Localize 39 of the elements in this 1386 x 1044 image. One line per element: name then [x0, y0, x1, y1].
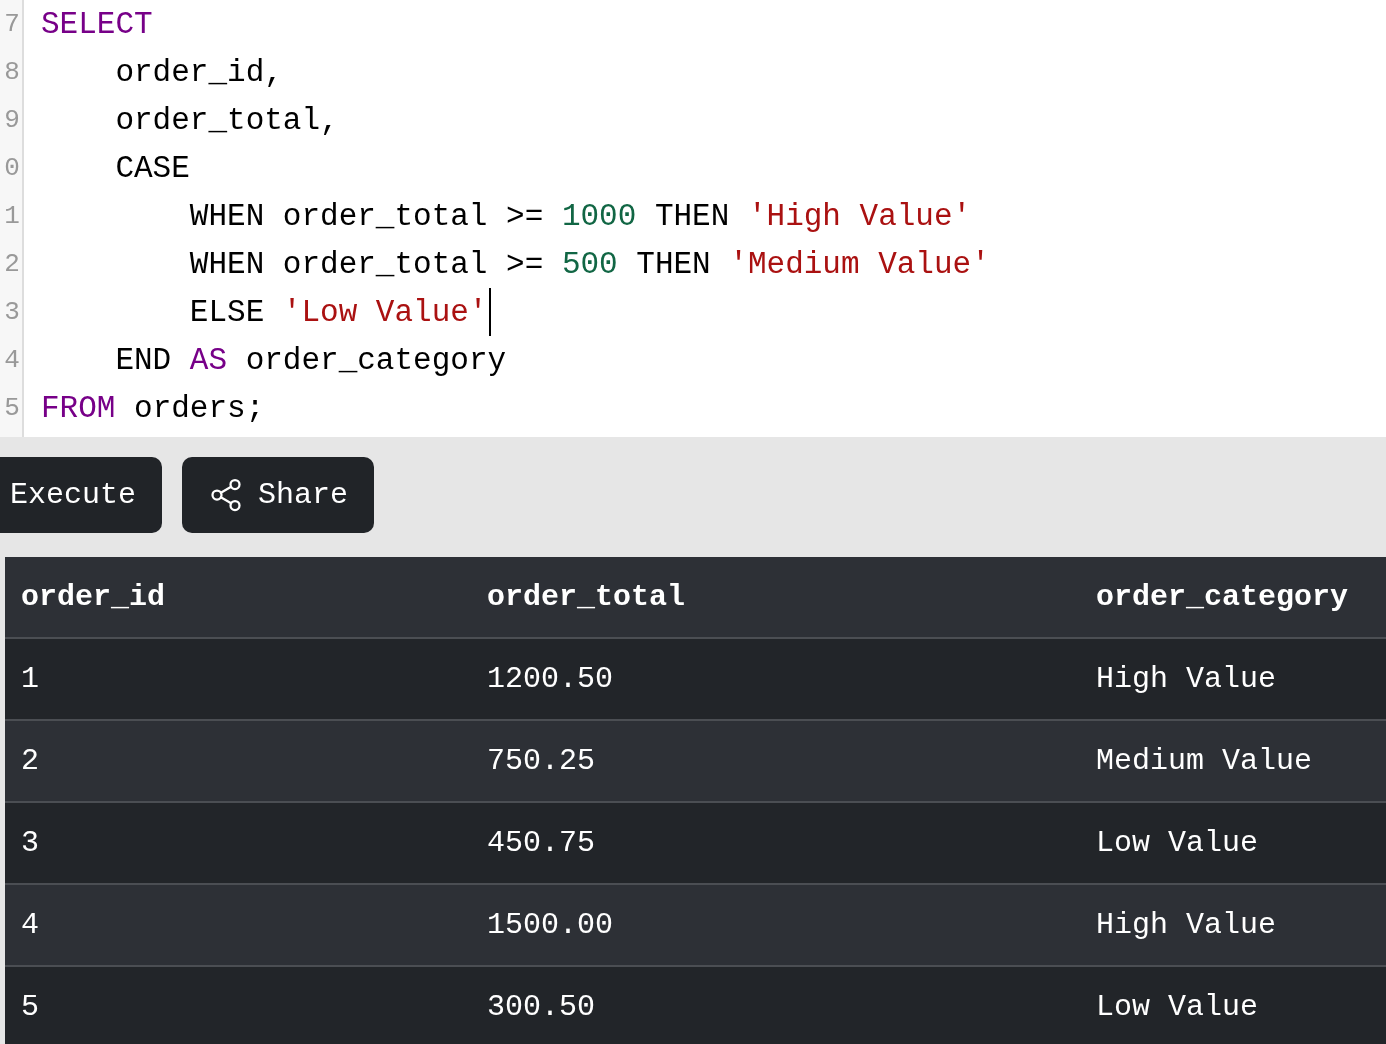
line-number: 7	[3, 11, 21, 37]
line-number: 9	[3, 107, 21, 133]
line-number: 1	[3, 203, 21, 229]
table-cell: 4	[21, 907, 39, 942]
table-cell: 3	[21, 825, 39, 860]
table-cell: 2	[21, 743, 39, 778]
line-number: 4	[3, 347, 21, 373]
line-number: 5	[3, 395, 21, 421]
table-cell: 750.25	[487, 743, 596, 778]
table-cell: 1200.50	[487, 661, 614, 696]
table-cell: High Value	[1096, 661, 1277, 696]
column-header: order_id	[21, 579, 166, 614]
table-cell: 300.50	[487, 989, 596, 1024]
table-cell: 450.75	[487, 825, 596, 860]
table-cell: High Value	[1096, 907, 1277, 942]
code-line: FROM orders;	[41, 392, 265, 424]
code-line: END AS order_category	[114, 344, 507, 376]
table-cell: 5	[21, 989, 39, 1024]
table-cell: 1	[21, 661, 39, 696]
line-number: 2	[3, 251, 21, 277]
column-header: order_total	[487, 579, 686, 614]
code-line: order_total,	[114, 104, 339, 136]
line-number: 0	[3, 155, 21, 181]
execute-button[interactable]: Execute	[0, 457, 163, 533]
code-line: ELSE 'Low Value'	[188, 296, 488, 328]
line-number: 8	[3, 59, 21, 85]
code-line: WHEN order_total >= 1000 THEN 'High Value'	[188, 200, 972, 232]
line-number: 3	[3, 299, 21, 325]
code-line: CASE	[114, 152, 190, 184]
code-line: WHEN order_total >= 500 THEN 'Medium Value'	[188, 248, 990, 280]
code-editor[interactable]: 7 SELECT 8 order_id, 9 order_total, 0 CASE 1 WHEN order_total >= 1000 THEN 'High Value' 2 WHEN order_total >= 500 THEN 'Medium Value' 3 ELSE 'Low Value' 4 END AS order_category 5 FROM orders;	[0, 0, 1386, 437]
table-cell: Medium Value	[1096, 743, 1313, 778]
table-cell: Low Value	[1096, 989, 1259, 1024]
code-line: order_id,	[114, 56, 283, 88]
share-button[interactable]: Share	[182, 457, 375, 533]
table-cell: 1500.00	[487, 907, 614, 942]
code-line: SELECT	[41, 8, 153, 40]
table-cell: Low Value	[1096, 825, 1259, 860]
column-header: order_category	[1096, 579, 1349, 614]
